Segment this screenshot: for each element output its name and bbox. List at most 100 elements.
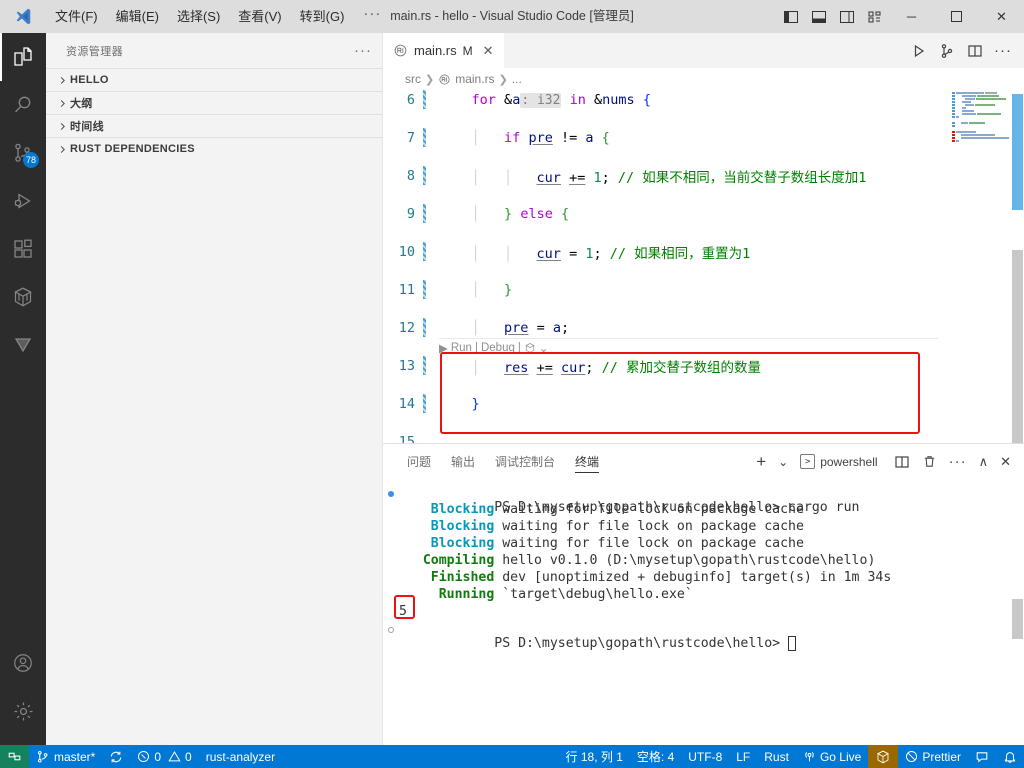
panel-tab-debug-console[interactable]: 调试控制台 <box>485 444 565 479</box>
split-editor-icon[interactable] <box>962 33 988 68</box>
code-line[interactable]: 8 │ │ cur += 1; // 如果不相同，当前交替子数组长度加1 <box>383 166 1024 186</box>
activity-item-settings[interactable] <box>0 687 46 735</box>
sidebar-item-outline[interactable]: 大纲 <box>46 91 382 114</box>
activity-item-accounts[interactable] <box>0 639 46 687</box>
activity-item-search[interactable] <box>0 81 46 129</box>
status-remote-indicator[interactable] <box>0 745 29 768</box>
sidebar-item-label: 时间线 <box>70 121 104 133</box>
beaker-icon <box>11 333 35 357</box>
code-lines[interactable]: 6 for &a: i32 in &nums { 7 │ if pre != a… <box>383 90 1024 443</box>
status-encoding[interactable]: UTF-8 <box>681 745 729 768</box>
status-rust-crates[interactable] <box>868 745 899 768</box>
kill-terminal-icon[interactable] <box>917 444 942 479</box>
panel-more-actions-icon[interactable]: ··· <box>944 444 972 479</box>
status-branch[interactable]: master* <box>29 745 102 768</box>
command-decoration-icon <box>388 491 394 497</box>
menu-view[interactable]: 查看(V) <box>229 0 290 33</box>
status-sync[interactable] <box>102 745 130 768</box>
panel-tab-output[interactable]: 输出 <box>441 444 485 479</box>
status-eol[interactable]: LF <box>729 745 757 768</box>
activity-item-crates[interactable] <box>0 273 46 321</box>
code-line[interactable]: 14 } <box>383 394 1024 413</box>
status-rust-analyzer[interactable]: rust-analyzer <box>199 745 282 768</box>
panel-actions: + ⌄ > powershell ··· ∧ ✕ <box>751 444 1024 479</box>
run-code-icon[interactable] <box>906 33 932 68</box>
menu-edit[interactable]: 编辑(E) <box>107 0 168 33</box>
terminal-line: Blocking waiting for file lock on packag… <box>399 536 804 551</box>
code-line[interactable]: 10 │ │ cur = 1; // 如果相同，重置为1 <box>383 242 1024 262</box>
toggle-primary-sidebar-icon[interactable] <box>777 0 805 33</box>
sidebar-item-rust-dependencies[interactable]: RUST DEPENDENCIES <box>46 137 382 160</box>
sidebar-item-timeline[interactable]: 时间线 <box>46 114 382 137</box>
code-line[interactable]: 7 │ if pre != a { <box>383 128 1024 147</box>
tab-close-icon[interactable]: ✕ <box>483 43 494 59</box>
menu-go[interactable]: 转到(G) <box>291 0 354 33</box>
code-line[interactable]: 13 │ res += cur; // 累加交替子数组的数量 <box>383 356 1024 376</box>
code-line[interactable]: 9 │ } else { <box>383 204 1024 223</box>
customize-layout-icon[interactable] <box>861 0 889 33</box>
terminal-selector[interactable]: > powershell <box>795 444 886 479</box>
codelens-debug-link[interactable]: Debug <box>481 342 515 354</box>
terminal-scrollbar[interactable] <box>1012 599 1023 639</box>
dirty-diff-indicator <box>423 128 426 147</box>
toggle-secondary-sidebar-icon[interactable] <box>833 0 861 33</box>
toggle-panel-icon[interactable] <box>805 0 833 33</box>
chevron-down-icon[interactable]: ⌄ <box>539 341 549 355</box>
breadcrumb-item-more[interactable]: ... <box>512 72 522 86</box>
status-go-live[interactable]: Go Live <box>796 745 868 768</box>
close-panel-icon[interactable]: ✕ <box>995 444 1016 479</box>
editor-more-actions-icon[interactable]: ··· <box>990 33 1016 68</box>
split-terminal-icon[interactable] <box>889 444 915 479</box>
explorer-sidebar: 资源管理器 ··· HELLO 大纲 时间线 RUST DEPENDENCIES <box>46 33 383 745</box>
status-prettier[interactable]: Prettier <box>898 745 968 768</box>
status-notifications[interactable] <box>996 745 1024 768</box>
panel-tab-problems[interactable]: 问题 <box>397 444 441 479</box>
codelens-run-link[interactable]: Run <box>451 342 472 354</box>
minimap[interactable] <box>952 90 1010 443</box>
status-problems[interactable]: 0 0 <box>130 745 198 768</box>
activity-item-run-and-debug[interactable] <box>0 177 46 225</box>
debug-icon <box>11 189 35 213</box>
codelens-run-debug[interactable]: ▶ Run | Debug | ⌄ <box>383 339 1024 356</box>
editor-scrollbar-track[interactable] <box>1012 250 1023 443</box>
sidebar-item-hello[interactable]: HELLO <box>46 68 382 91</box>
code-editor[interactable]: 6 for &a: i32 in &nums { 7 │ if pre != a… <box>383 90 1024 443</box>
breadcrumb-item-main-rs[interactable]: main.rs <box>455 72 494 86</box>
status-indentation[interactable]: 空格: 4 <box>630 745 681 768</box>
code-line[interactable]: 6 for &a: i32 in &nums { <box>383 90 1024 109</box>
editor-scrollbar[interactable] <box>1010 90 1024 443</box>
code-line[interactable]: 15 <box>383 432 1024 444</box>
menu-file[interactable]: 文件(F) <box>46 0 107 33</box>
maximize-panel-icon[interactable]: ∧ <box>974 444 994 479</box>
panel-tab-terminal[interactable]: 终端 <box>565 444 609 479</box>
code-line[interactable]: 12 │ pre = a; <box>383 318 1024 337</box>
activity-item-extensions[interactable] <box>0 225 46 273</box>
source-control-graph-icon[interactable] <box>934 33 960 68</box>
panel-tabs-bar: 问题 输出 调试控制台 终端 + ⌄ > powershell ··· ∧ ✕ <box>383 444 1024 479</box>
status-warning-count: 0 <box>185 749 192 764</box>
new-terminal-icon[interactable]: + <box>751 444 771 479</box>
menu-overflow-icon[interactable]: ··· <box>353 0 391 33</box>
editor-scrollbar-thumb[interactable] <box>1012 94 1023 210</box>
activity-item-testing[interactable] <box>0 321 46 369</box>
status-cursor-position[interactable]: 行 18, 列 1 <box>559 745 630 768</box>
menu-bar[interactable]: 文件(F) 编辑(E) 选择(S) 查看(V) 转到(G) ··· <box>46 0 391 33</box>
menu-selection[interactable]: 选择(S) <box>168 0 229 33</box>
search-icon <box>11 93 35 117</box>
close-button[interactable]: ✕ <box>979 0 1024 33</box>
minimize-button[interactable]: ─ <box>889 0 934 33</box>
maximize-button[interactable] <box>934 0 979 33</box>
status-language-mode[interactable]: Rust <box>757 745 796 768</box>
line-number: 15 <box>398 433 415 444</box>
activity-item-source-control[interactable]: 78 <box>0 129 46 177</box>
tab-main-rs[interactable]: main.rs M ✕ <box>383 33 505 68</box>
codelens-separator: | <box>474 341 478 354</box>
breadcrumb-item-src[interactable]: src <box>405 72 421 86</box>
sidebar-more-actions-icon[interactable]: ··· <box>354 42 372 59</box>
code-line[interactable]: 11 │ } <box>383 280 1024 299</box>
title-bar: 文件(F) 编辑(E) 选择(S) 查看(V) 转到(G) ··· main.r… <box>0 0 1024 33</box>
new-terminal-dropdown-icon[interactable]: ⌄ <box>773 444 793 479</box>
terminal-output[interactable]: PS D:\mysetup\gopath\rustcode\hello> car… <box>383 479 1024 745</box>
status-feedback[interactable] <box>968 745 996 768</box>
activity-item-explorer[interactable] <box>0 33 46 81</box>
